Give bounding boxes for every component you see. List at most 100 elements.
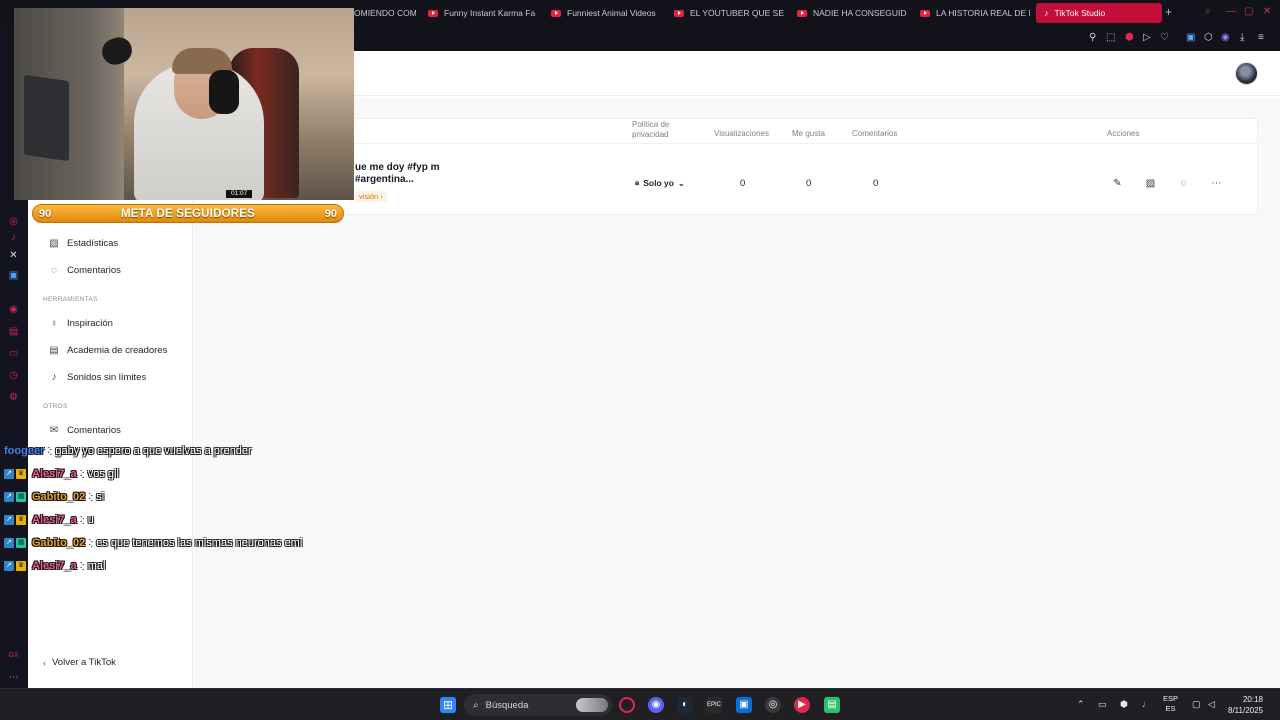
- obs-icon[interactable]: ◎: [765, 697, 781, 713]
- close-icon[interactable]: ✕: [1263, 6, 1271, 17]
- windows-start-icon[interactable]: ⊞: [440, 697, 456, 713]
- system-clock[interactable]: 20:18 8/11/2025: [1228, 694, 1263, 716]
- chat-badges: ↗ ♛: [4, 561, 28, 571]
- comment-action-icon[interactable]: ◌: [1177, 177, 1190, 190]
- youtube-icon: [551, 9, 561, 17]
- sidebar-item-estadisticas[interactable]: ▨ Estadísticas: [49, 238, 118, 249]
- comment-icon: ◌: [51, 264, 57, 276]
- browser-tab[interactable]: Funniest Animal Videos: [551, 3, 661, 23]
- video-title[interactable]: ue me doy #fyp m #argentina...: [355, 162, 455, 186]
- image-icon[interactable]: ▨: [1144, 177, 1157, 190]
- opera-gx-icon[interactable]: [619, 697, 635, 713]
- more-options-icon[interactable]: ⋯: [1210, 177, 1223, 190]
- sidebar-item-label: Comentarios: [67, 425, 121, 436]
- sidebar-item-comentarios-otros[interactable]: ✉ Comentarios: [49, 425, 121, 436]
- tab-label: OMIENDO COM: [354, 8, 416, 18]
- chat-separator: :: [80, 514, 84, 526]
- browser-tab[interactable]: OMIENDO COM: [354, 3, 416, 23]
- chevron-left-icon: ‹: [43, 657, 46, 668]
- privacy-dropdown[interactable]: 🔒︎ Solo yo ⌄: [635, 178, 685, 188]
- sidebar-item-inspiracion[interactable]: ♁ Inspiración: [49, 318, 113, 329]
- puzzle-icon[interactable]: ⬡: [1204, 33, 1213, 43]
- instagram-icon[interactable]: ◎: [8, 216, 19, 227]
- platform-badge-icon: ↗: [4, 515, 14, 525]
- chart-icon: ▨: [49, 237, 59, 249]
- likes-count: 0: [806, 178, 812, 189]
- volume-icon[interactable]: ◁: [1208, 699, 1215, 709]
- gx-icon[interactable]: GX: [8, 650, 19, 661]
- goal-current: 90: [39, 207, 52, 220]
- play-icon[interactable]: ▷: [1143, 33, 1151, 43]
- chat-username: Alesi7_a: [32, 514, 77, 526]
- maximize-icon[interactable]: ▢: [1244, 6, 1253, 17]
- chevron-up-icon[interactable]: ⌃: [1077, 699, 1085, 709]
- comments-count: 0: [873, 178, 879, 189]
- sidebar-item-label: Inspiración: [67, 318, 113, 329]
- shield-icon[interactable]: ⬢: [1125, 33, 1134, 43]
- chat-message: ↗ ▦ Gabito_02: si: [4, 490, 104, 504]
- edit-icon[interactable]: ✎: [1111, 177, 1124, 190]
- screenshot-icon[interactable]: ⬚: [1106, 33, 1115, 43]
- chat-text: es que tenemos las mismas neuronas emi: [96, 537, 303, 549]
- heart-icon[interactable]: ♡: [1160, 33, 1169, 43]
- mic-icon[interactable]: ♩: [1142, 699, 1151, 709]
- chat-username: foogeer: [4, 445, 45, 457]
- settings-icon[interactable]: ⚙: [8, 392, 19, 403]
- back-to-tiktok-link[interactable]: ‹ Volver a TikTok: [43, 657, 116, 668]
- sidebar-item-label: Academia de creadores: [67, 345, 168, 356]
- pin-icon[interactable]: ⚲: [1089, 33, 1096, 43]
- chat-separator: :: [80, 468, 84, 480]
- vpn-icon[interactable]: ⬢: [1120, 699, 1128, 709]
- chat-app-icon[interactable]: ▤: [824, 697, 840, 713]
- extension-icon[interactable]: ▣: [1186, 33, 1195, 43]
- chat-username: Alesi7_a: [32, 468, 77, 480]
- browser-tab[interactable]: LA HISTORIA REAL DE E: [920, 3, 1030, 23]
- search-tabs-icon[interactable]: ⌕: [1205, 6, 1211, 17]
- avatar[interactable]: [1235, 62, 1258, 85]
- chat-separator: :: [89, 491, 93, 503]
- youtube-icon: [674, 9, 684, 17]
- media-player-icon[interactable]: ▶: [794, 697, 810, 713]
- discord-icon[interactable]: ◉: [648, 697, 664, 713]
- book-icon: ▤: [49, 344, 59, 356]
- goal-target: 90: [324, 207, 337, 220]
- taskbar-search[interactable]: ⌕ Búsqueda: [464, 694, 612, 716]
- sidebar-item-sonidos[interactable]: ♪ Sonidos sin límites: [49, 372, 147, 383]
- minimize-icon[interactable]: —: [1226, 6, 1236, 17]
- notes-icon[interactable]: ▤: [8, 326, 19, 337]
- browser-tab-active[interactable]: ♪ TikTok Studio: [1036, 3, 1162, 23]
- wallet-icon[interactable]: ▭: [8, 348, 19, 359]
- download-icon[interactable]: ⤓: [1240, 33, 1244, 43]
- streamlabs-icon[interactable]: ▣: [736, 697, 752, 713]
- chat-badges: ↗ ♛: [4, 515, 28, 525]
- privacy-value: Solo yo: [643, 178, 674, 188]
- chat-separator: :: [80, 560, 84, 572]
- circle-icon[interactable]: ◉: [8, 304, 19, 315]
- clock-time: 20:18: [1242, 695, 1263, 704]
- new-tab-button[interactable]: +: [1165, 5, 1172, 19]
- column-header-privacy: Política de privacidad: [632, 120, 670, 139]
- chat-message: ↗ ▦ Gabito_02: es que tenemos las mismas ne…: [4, 536, 302, 550]
- x-icon[interactable]: ✕: [8, 250, 19, 261]
- more-icon[interactable]: ⋯: [8, 672, 19, 683]
- translate-icon[interactable]: ▣: [8, 270, 19, 281]
- column-header-views: Visualizaciones: [714, 129, 769, 138]
- crown-badge-icon: ♛: [16, 561, 26, 571]
- headset: [209, 70, 239, 114]
- browser-tab[interactable]: Funny Instant Karma Fa: [428, 3, 538, 23]
- tiktok-rail-icon[interactable]: ♪: [8, 232, 19, 243]
- epic-games-icon[interactable]: EPIC: [706, 697, 722, 713]
- review-status-badge[interactable]: visión ›: [355, 191, 387, 202]
- battery-icon[interactable]: ▭: [1098, 699, 1107, 709]
- sidebar-item-academia[interactable]: ▤ Academia de creadores: [49, 345, 167, 356]
- sidebar-item-comentarios[interactable]: ◌ Comentarios: [49, 265, 121, 276]
- menu-icon[interactable]: ≡: [1258, 33, 1264, 43]
- language-indicator[interactable]: ESP ES: [1163, 694, 1178, 714]
- profile-icon[interactable]: ◉: [1221, 33, 1230, 43]
- follower-goal-bar: 90 META DE SEGUIDORES 90: [32, 204, 344, 223]
- browser-tab[interactable]: EL YOUTUBER QUE SE: [674, 3, 784, 23]
- history-icon[interactable]: ◷: [8, 370, 19, 381]
- network-icon[interactable]: ▢: [1192, 699, 1201, 709]
- steam-icon[interactable]: ◐: [677, 697, 693, 713]
- browser-tab[interactable]: NADIE HA CONSEGUIDO: [797, 3, 907, 23]
